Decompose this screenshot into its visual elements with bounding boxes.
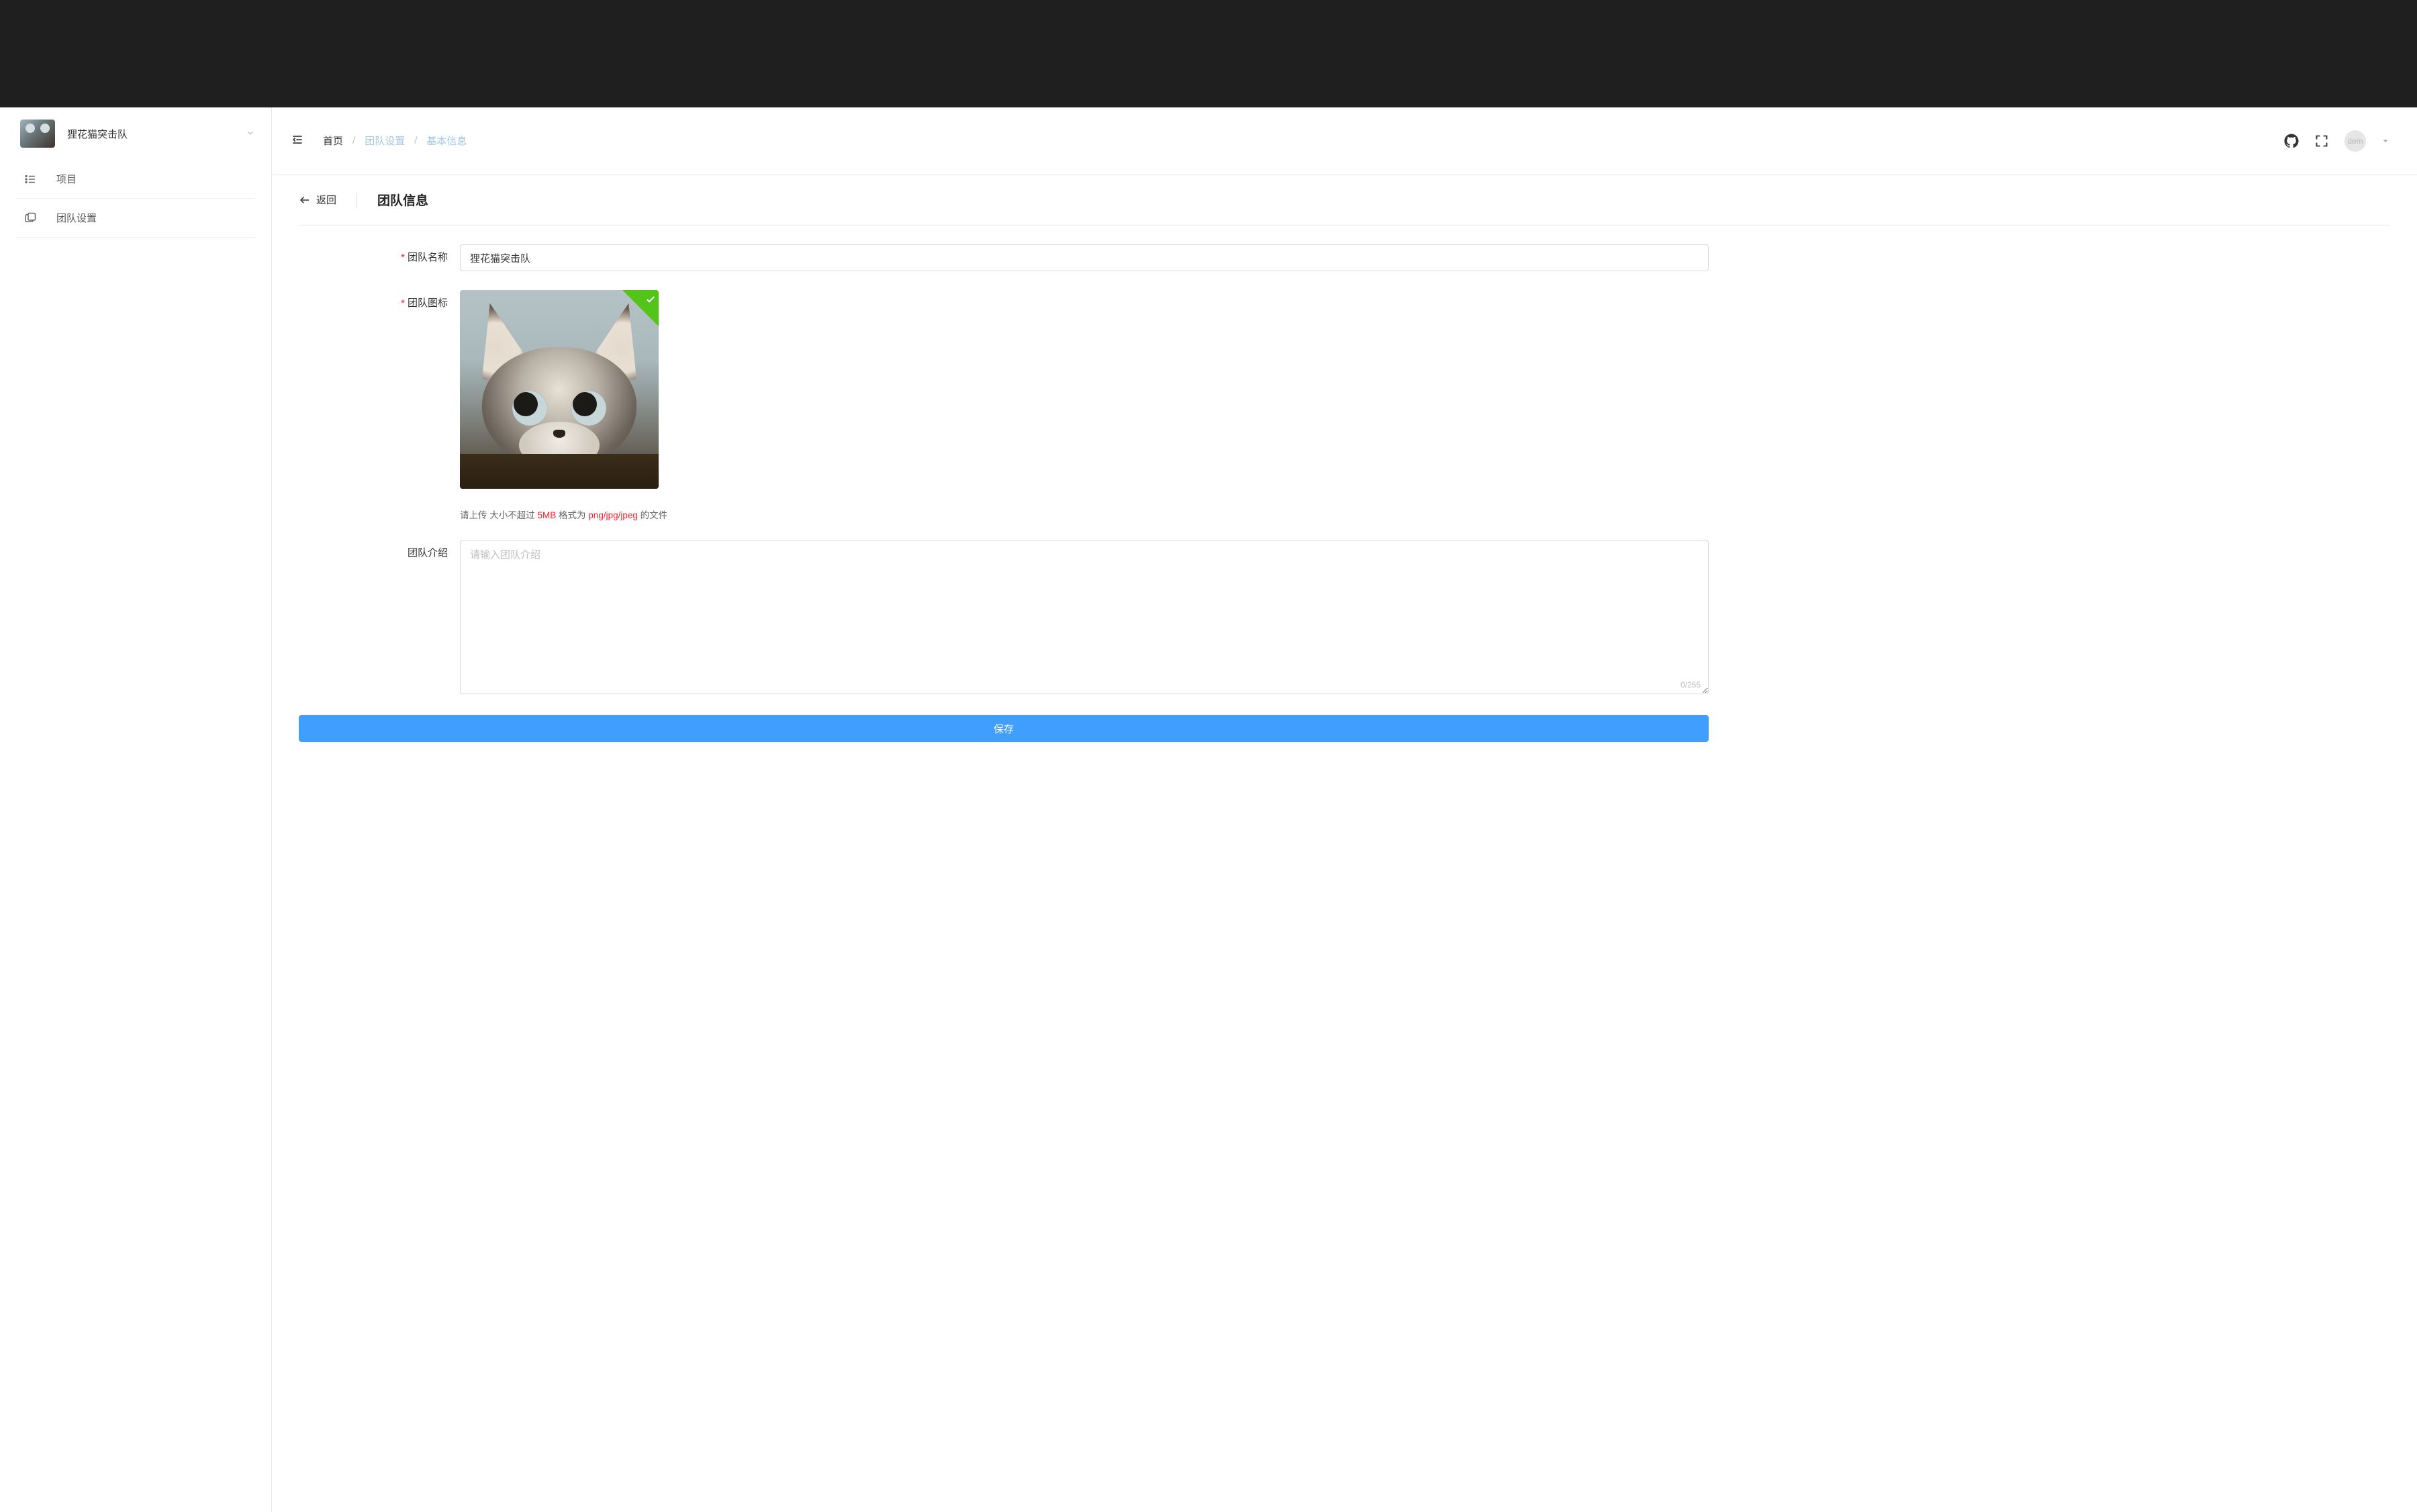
- sidebar: 狸花猫突击队 项目 团队设置: [0, 107, 272, 1512]
- upload-hint: 请上传 大小不超过 5MB 格式为 png/jpg/jpeg 的文件: [460, 508, 1709, 521]
- breadcrumb-basic-info: 基本信息: [426, 134, 467, 148]
- separator: /: [414, 135, 417, 146]
- sidebar-item-projects[interactable]: 项目: [16, 160, 255, 199]
- breadcrumb-team-settings[interactable]: 团队设置: [365, 134, 405, 148]
- form-row-team-intro: 团队介绍 0/255: [299, 540, 1709, 696]
- required-star: *: [401, 252, 405, 263]
- arrow-left-icon: [299, 194, 311, 206]
- sidebar-item-team-settings[interactable]: 团队设置: [16, 199, 255, 238]
- settings-icon: [23, 212, 38, 224]
- sidebar-menu: 项目 团队设置: [0, 160, 271, 238]
- team-selector[interactable]: 狸花猫突击队: [0, 107, 271, 160]
- main-area: 首页 / 团队设置 / 基本信息 dem: [272, 107, 2417, 1512]
- team-name-input[interactable]: [460, 244, 1709, 271]
- team-intro-label: 团队介绍: [299, 540, 460, 559]
- upload-success-badge: [622, 290, 659, 326]
- separator: /: [352, 135, 355, 146]
- topbar-actions: dem: [2284, 130, 2389, 152]
- page-body: 返回 团队信息 *团队名称 *团队图标: [272, 175, 2417, 788]
- collapse-sidebar-button[interactable]: [291, 133, 304, 148]
- github-icon[interactable]: [2284, 134, 2299, 148]
- back-button[interactable]: 返回: [299, 193, 336, 207]
- sidebar-item-label: 项目: [56, 172, 77, 186]
- page-header: 返回 团队信息: [299, 191, 2390, 226]
- team-intro-textarea[interactable]: [460, 540, 1709, 694]
- check-icon: [645, 294, 656, 305]
- required-star: *: [401, 297, 405, 309]
- team-icon-upload[interactable]: [460, 290, 659, 489]
- breadcrumb: 首页 / 团队设置 / 基本信息: [323, 134, 467, 148]
- breadcrumb-home[interactable]: 首页: [323, 134, 343, 148]
- team-info-form: *团队名称 *团队图标: [299, 244, 1709, 742]
- save-button[interactable]: 保存: [299, 715, 1709, 742]
- caret-down-icon[interactable]: [2382, 136, 2389, 146]
- list-icon: [23, 173, 38, 185]
- form-row-submit: 保存: [299, 715, 1709, 742]
- chevron-down-icon: [246, 128, 255, 140]
- user-avatar[interactable]: dem: [2344, 130, 2366, 152]
- form-row-team-icon: *团队图标: [299, 290, 1709, 521]
- form-row-team-name: *团队名称: [299, 244, 1709, 271]
- team-icon-label: *团队图标: [299, 290, 460, 310]
- sidebar-item-label: 团队设置: [56, 211, 97, 225]
- topbar: 首页 / 团队设置 / 基本信息 dem: [272, 107, 2417, 175]
- fullscreen-icon[interactable]: [2315, 134, 2328, 148]
- top-banner: [0, 0, 2417, 107]
- team-name-label: *团队名称: [299, 244, 460, 264]
- back-label: 返回: [316, 193, 336, 207]
- page-title: 团队信息: [377, 191, 428, 209]
- team-avatar: [20, 120, 55, 148]
- team-name: 狸花猫突击队: [67, 127, 240, 141]
